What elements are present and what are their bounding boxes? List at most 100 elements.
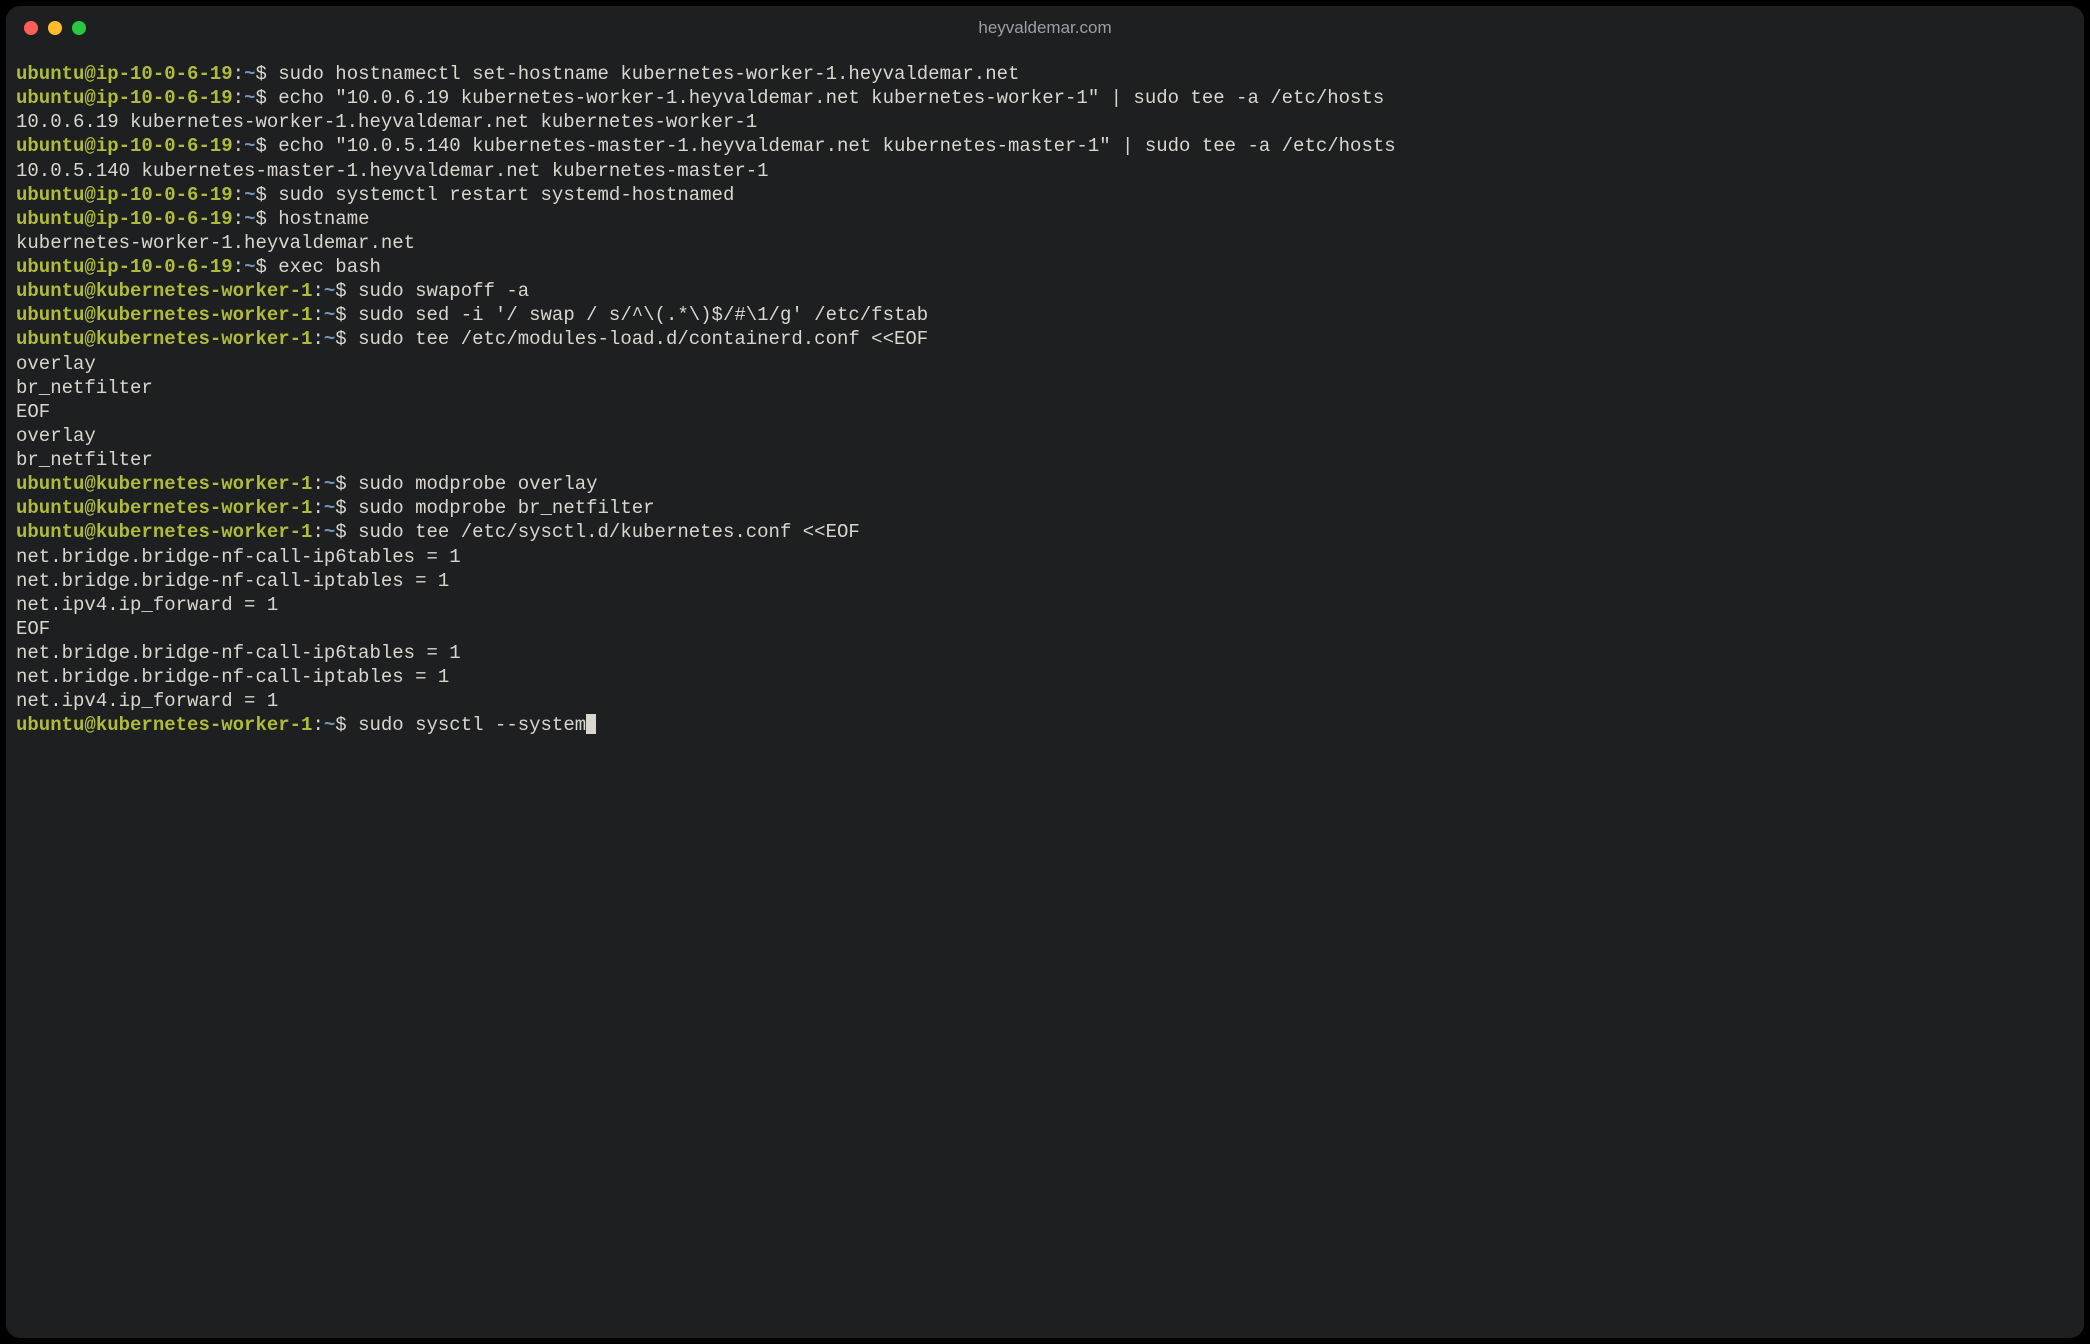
prompt-path: ~: [244, 63, 255, 85]
prompt-symbol: $: [335, 521, 358, 543]
terminal-body[interactable]: ubuntu@ip-10-0-6-19:~$ sudo hostnamectl …: [6, 50, 2084, 1338]
terminal-output-line: EOF: [16, 617, 2074, 641]
command-text: sudo sed -i '/ swap / s/^\(.*\)$/#\1/g' …: [358, 304, 928, 326]
prompt-host: ip-10-0-6-19: [96, 208, 233, 230]
terminal-command-line: ubuntu@ip-10-0-6-19:~$ exec bash: [16, 255, 2074, 279]
prompt-symbol: $: [335, 714, 358, 736]
output-text: net.ipv4.ip_forward = 1: [16, 690, 278, 712]
prompt: ubuntu@ip-10-0-6-19:~$: [16, 256, 278, 278]
terminal-output-line: 10.0.6.19 kubernetes-worker-1.heyvaldema…: [16, 110, 2074, 134]
terminal-output-line: net.bridge.bridge-nf-call-iptables = 1: [16, 665, 2074, 689]
output-text: overlay: [16, 353, 96, 375]
prompt-path: ~: [324, 497, 335, 519]
terminal-command-line: ubuntu@kubernetes-worker-1:~$ sudo sysct…: [16, 713, 2074, 737]
prompt-symbol: $: [255, 208, 278, 230]
prompt-path: ~: [324, 328, 335, 350]
prompt-host: ip-10-0-6-19: [96, 87, 233, 109]
prompt-host: ip-10-0-6-19: [96, 256, 233, 278]
output-text: net.bridge.bridge-nf-call-iptables = 1: [16, 570, 449, 592]
prompt-user: ubuntu: [16, 184, 84, 206]
terminal-command-line: ubuntu@kubernetes-worker-1:~$ sudo tee /…: [16, 520, 2074, 544]
terminal-output-line: net.bridge.bridge-nf-call-ip6tables = 1: [16, 545, 2074, 569]
prompt: ubuntu@ip-10-0-6-19:~$: [16, 63, 278, 85]
prompt-user: ubuntu: [16, 135, 84, 157]
prompt-path: ~: [324, 304, 335, 326]
prompt-path: ~: [324, 521, 335, 543]
prompt: ubuntu@kubernetes-worker-1:~$: [16, 714, 358, 736]
prompt-user: ubuntu: [16, 63, 84, 85]
command-text: sudo sysctl --system: [358, 714, 586, 736]
output-text: net.ipv4.ip_forward = 1: [16, 594, 278, 616]
output-text: br_netfilter: [16, 377, 153, 399]
command-text: sudo modprobe br_netfilter: [358, 497, 654, 519]
prompt-path: ~: [244, 184, 255, 206]
prompt-user: ubuntu: [16, 497, 84, 519]
close-icon[interactable]: [24, 21, 38, 35]
terminal-output-line: br_netfilter: [16, 448, 2074, 472]
output-text: net.bridge.bridge-nf-call-iptables = 1: [16, 666, 449, 688]
terminal-output-line: overlay: [16, 424, 2074, 448]
prompt-path: ~: [244, 135, 255, 157]
prompt-user: ubuntu: [16, 304, 84, 326]
prompt-host: kubernetes-worker-1: [96, 328, 313, 350]
window-title: heyvaldemar.com: [6, 18, 2084, 38]
prompt-host: ip-10-0-6-19: [96, 63, 233, 85]
prompt-user: ubuntu: [16, 280, 84, 302]
prompt: ubuntu@kubernetes-worker-1:~$: [16, 328, 358, 350]
prompt: ubuntu@kubernetes-worker-1:~$: [16, 521, 358, 543]
prompt-host: kubernetes-worker-1: [96, 497, 313, 519]
output-text: EOF: [16, 618, 50, 640]
prompt-symbol: $: [255, 63, 278, 85]
cursor-icon: [586, 714, 596, 734]
prompt-user: ubuntu: [16, 256, 84, 278]
terminal-command-line: ubuntu@kubernetes-worker-1:~$ sudo modpr…: [16, 472, 2074, 496]
terminal-output-line: net.ipv4.ip_forward = 1: [16, 689, 2074, 713]
output-text: overlay: [16, 425, 96, 447]
prompt-user: ubuntu: [16, 208, 84, 230]
terminal-command-line: ubuntu@ip-10-0-6-19:~$ sudo systemctl re…: [16, 183, 2074, 207]
prompt-host: ip-10-0-6-19: [96, 135, 233, 157]
minimize-icon[interactable]: [48, 21, 62, 35]
prompt-symbol: $: [335, 497, 358, 519]
prompt-host: kubernetes-worker-1: [96, 304, 313, 326]
prompt: ubuntu@kubernetes-worker-1:~$: [16, 280, 358, 302]
prompt: ubuntu@ip-10-0-6-19:~$: [16, 135, 278, 157]
command-text: sudo swapoff -a: [358, 280, 529, 302]
terminal-output-line: kubernetes-worker-1.heyvaldemar.net: [16, 231, 2074, 255]
command-text: echo "10.0.6.19 kubernetes-worker-1.heyv…: [278, 87, 1384, 109]
command-text: hostname: [278, 208, 369, 230]
prompt-symbol: $: [255, 184, 278, 206]
prompt: ubuntu@kubernetes-worker-1:~$: [16, 473, 358, 495]
output-text: 10.0.6.19 kubernetes-worker-1.heyvaldema…: [16, 111, 757, 133]
prompt-host: kubernetes-worker-1: [96, 473, 313, 495]
prompt-user: ubuntu: [16, 521, 84, 543]
command-text: echo "10.0.5.140 kubernetes-master-1.hey…: [278, 135, 1395, 157]
prompt-host: ip-10-0-6-19: [96, 184, 233, 206]
terminal-output-line: br_netfilter: [16, 376, 2074, 400]
titlebar: heyvaldemar.com: [6, 6, 2084, 50]
prompt-path: ~: [244, 208, 255, 230]
prompt-path: ~: [324, 714, 335, 736]
maximize-icon[interactable]: [72, 21, 86, 35]
terminal-command-line: ubuntu@kubernetes-worker-1:~$ sudo tee /…: [16, 327, 2074, 351]
output-text: br_netfilter: [16, 449, 153, 471]
terminal-output-line: 10.0.5.140 kubernetes-master-1.heyvaldem…: [16, 159, 2074, 183]
prompt-user: ubuntu: [16, 328, 84, 350]
terminal-command-line: ubuntu@ip-10-0-6-19:~$ echo "10.0.6.19 k…: [16, 86, 2074, 110]
prompt: ubuntu@ip-10-0-6-19:~$: [16, 87, 278, 109]
command-text: sudo hostnamectl set-hostname kubernetes…: [278, 63, 1019, 85]
terminal-output-line: net.ipv4.ip_forward = 1: [16, 593, 2074, 617]
terminal-command-line: ubuntu@kubernetes-worker-1:~$ sudo sed -…: [16, 303, 2074, 327]
output-text: EOF: [16, 401, 50, 423]
output-text: net.bridge.bridge-nf-call-ip6tables = 1: [16, 642, 461, 664]
terminal-command-line: ubuntu@ip-10-0-6-19:~$ echo "10.0.5.140 …: [16, 134, 2074, 158]
traffic-lights: [24, 21, 86, 35]
terminal-command-line: ubuntu@kubernetes-worker-1:~$ sudo swapo…: [16, 279, 2074, 303]
prompt: ubuntu@ip-10-0-6-19:~$: [16, 208, 278, 230]
prompt-symbol: $: [335, 304, 358, 326]
prompt-host: kubernetes-worker-1: [96, 521, 313, 543]
prompt: ubuntu@kubernetes-worker-1:~$: [16, 304, 358, 326]
output-text: kubernetes-worker-1.heyvaldemar.net: [16, 232, 415, 254]
prompt-symbol: $: [335, 280, 358, 302]
prompt-symbol: $: [255, 256, 278, 278]
